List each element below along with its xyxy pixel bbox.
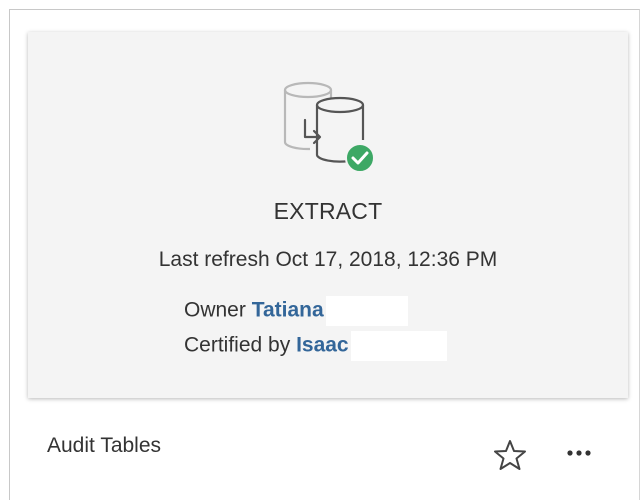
datasource-type-label: EXTRACT bbox=[273, 198, 383, 224]
more-actions-icon bbox=[567, 450, 591, 456]
datasource-title[interactable]: Audit Tables bbox=[47, 434, 161, 458]
certifier-link[interactable]: Isaac bbox=[296, 334, 349, 357]
certified-by-line: Certified by Isaac bbox=[184, 331, 447, 361]
datasource-card: EXTRACT Last refresh Oct 17, 2018, 12:36… bbox=[9, 9, 640, 500]
extract-datasource-certified-icon bbox=[283, 80, 379, 178]
last-refresh-text: Last refresh Oct 17, 2018, 12:36 PM bbox=[158, 248, 498, 271]
redacted-area bbox=[350, 331, 447, 361]
star-outline-icon bbox=[494, 440, 526, 470]
favorite-button[interactable] bbox=[493, 438, 527, 472]
owner-link[interactable]: Tatiana bbox=[252, 299, 324, 322]
redacted-area bbox=[325, 296, 408, 326]
more-actions-button[interactable] bbox=[563, 438, 595, 468]
card-thumbnail-panel[interactable]: EXTRACT Last refresh Oct 17, 2018, 12:36… bbox=[28, 32, 628, 398]
certified-by-label: Certified by bbox=[184, 333, 291, 357]
owner-line: Owner Tatiana bbox=[184, 296, 408, 326]
owner-label: Owner bbox=[184, 298, 246, 322]
